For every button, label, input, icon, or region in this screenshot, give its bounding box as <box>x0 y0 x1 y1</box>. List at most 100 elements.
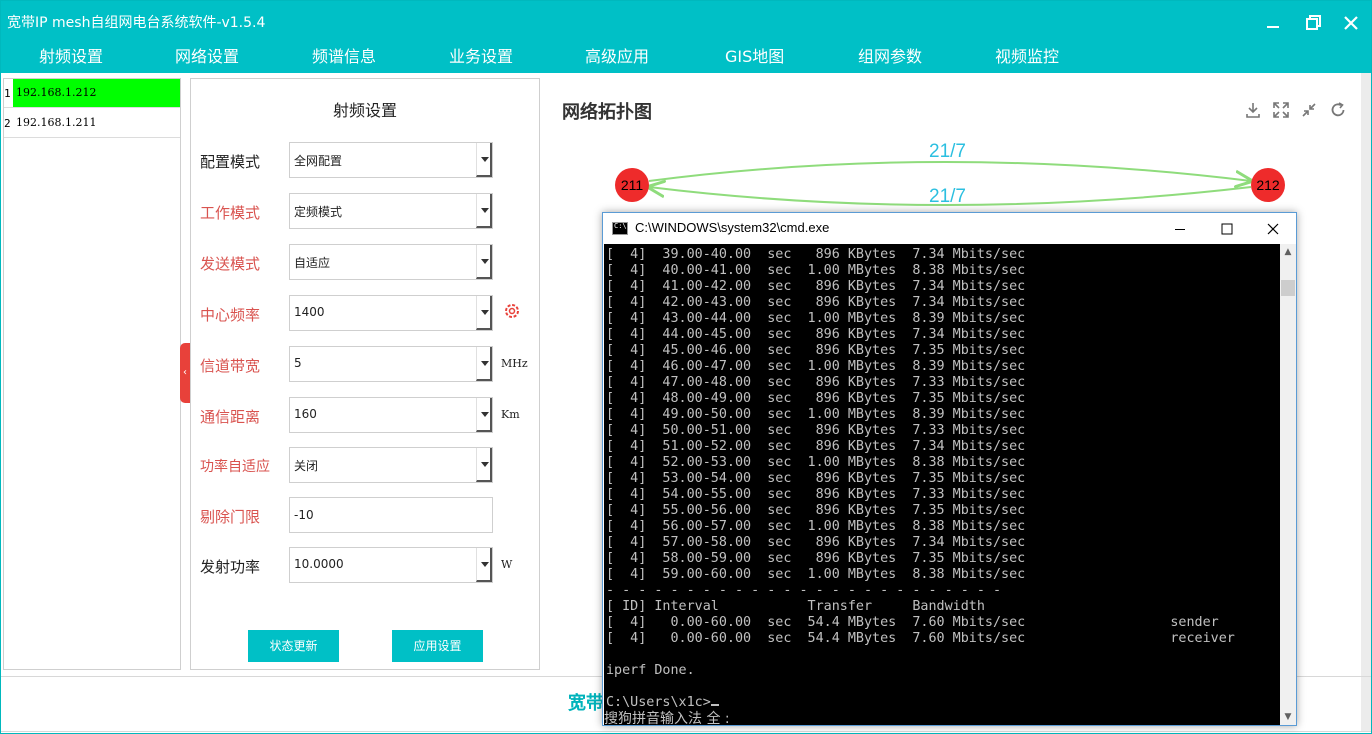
close-icon[interactable] <box>1339 11 1363 35</box>
comm-distance-select[interactable]: 160 <box>289 397 493 433</box>
power-adaptive-select[interactable]: 关闭 <box>289 447 493 483</box>
panel-title: 射频设置 <box>332 101 397 120</box>
unit-label: MHz <box>501 357 528 370</box>
console-line: [ 4] 51.00-52.00 sec 896 KBytes 7.34 Mbi… <box>606 439 1026 454</box>
gear-icon[interactable] <box>502 301 522 321</box>
console-lines: [ 4] 39.00-40.00 sec 896 KBytes 7.34 Mbi… <box>606 247 1235 711</box>
console-line: iperf Done. <box>606 663 695 678</box>
cmd-scrollbar[interactable]: ▲ ▼ <box>1280 244 1296 725</box>
field-label: 中心频率 <box>200 306 261 324</box>
nav-rf-settings[interactable]: 射频设置 <box>39 43 103 67</box>
nav-spectrum-info[interactable]: 频谱信息 <box>312 43 376 67</box>
console-line: [ 4] 0.00-60.00 sec 54.4 MBytes 7.60 Mbi… <box>606 631 1235 646</box>
tx-power-select[interactable]: 10.0000 <box>289 547 493 583</box>
send-mode-select[interactable]: 自适应 <box>289 244 493 280</box>
field-label: 信道带宽 <box>200 357 261 375</box>
cmd-window: C:\WINDOWS\system32\cmd.exe [ 4] 39.00-4… <box>602 212 1297 726</box>
console-output[interactable]: [ 4] 39.00-40.00 sec 896 KBytes 7.34 Mbi… <box>604 244 1280 725</box>
cmd-title-bar[interactable]: C:\WINDOWS\system32\cmd.exe <box>603 213 1296 244</box>
scroll-down-icon[interactable]: ▼ <box>1280 709 1296 725</box>
console-line: [ 4] 46.00-47.00 sec 1.00 MBytes 8.39 Mb… <box>606 359 1026 374</box>
nav-video-monitor[interactable]: 视频监控 <box>995 43 1059 67</box>
console-line: [ 4] 44.00-45.00 sec 896 KBytes 7.34 Mbi… <box>606 327 1026 342</box>
text-cursor <box>710 704 719 706</box>
scroll-thumb[interactable] <box>1281 280 1295 296</box>
cmd-title: C:\WINDOWS\system32\cmd.exe <box>635 220 830 235</box>
topology-title: 网络拓扑图 <box>562 102 652 123</box>
fullscreen-icon[interactable] <box>1272 101 1290 119</box>
console-line: [ 4] 54.00-55.00 sec 896 KBytes 7.33 Mbi… <box>606 487 1026 502</box>
reject-threshold-input[interactable]: -10 <box>289 497 493 533</box>
field-label: 通信距离 <box>200 408 261 426</box>
cmd-close-icon[interactable] <box>1253 217 1293 241</box>
console-line: [ 4] 48.00-49.00 sec 896 KBytes 7.35 Mbi… <box>606 391 1026 406</box>
title-bar: 宽带IP mesh自组网电台系统软件-v1.5.4 射频设置 网络设置 频谱信息… <box>1 1 1371 73</box>
chevron-down-icon <box>476 347 492 381</box>
footer-brand: 宽带 <box>568 693 604 714</box>
main-nav: 射频设置 网络设置 频谱信息 业务设置 高级应用 GIS地图 组网参数 视频监控 <box>1 39 1371 69</box>
ime-indicator: 搜狗拼音输入法 全 : <box>604 708 730 725</box>
device-row[interactable]: 1 192.168.1.212 <box>4 79 180 108</box>
console-line: [ 4] 47.00-48.00 sec 896 KBytes 7.33 Mbi… <box>606 375 1026 390</box>
collapse-panel-handle[interactable]: ‹ <box>180 343 190 403</box>
cmd-maximize-icon[interactable] <box>1207 217 1247 241</box>
link-211-to-212 <box>648 161 1251 181</box>
field-send-mode: 发送模式 自适应 <box>191 244 539 280</box>
device-ip: 192.168.1.211 <box>16 116 97 129</box>
console-line: [ 4] 55.00-56.00 sec 896 KBytes 7.35 Mbi… <box>606 503 1026 518</box>
field-work-mode: 工作模式 定频模式 <box>191 193 539 229</box>
nav-service-settings[interactable]: 业务设置 <box>449 43 513 67</box>
console-line: [ 4] 41.00-42.00 sec 896 KBytes 7.34 Mbi… <box>606 279 1026 294</box>
chevron-down-icon <box>476 245 492 279</box>
chevron-down-icon <box>476 296 492 330</box>
page-scrollbar[interactable] <box>1361 73 1371 731</box>
center-frequency-select[interactable]: 1400 <box>289 295 493 331</box>
field-comm-distance: 通信距离 160 Km <box>191 397 539 433</box>
link-label: 21/7 <box>929 141 966 162</box>
refresh-status-button[interactable]: 状态更新 <box>248 630 339 662</box>
refresh-icon[interactable] <box>1329 101 1347 119</box>
device-index: 1 <box>4 87 11 100</box>
link-label: 21/7 <box>929 186 966 207</box>
nav-gis-map[interactable]: GIS地图 <box>725 43 784 67</box>
select-value: 自适应 <box>294 256 331 270</box>
device-row[interactable]: 2 192.168.1.211 <box>4 109 180 138</box>
download-icon[interactable] <box>1244 101 1262 119</box>
nav-advanced[interactable]: 高级应用 <box>585 43 649 67</box>
nav-mesh-params[interactable]: 组网参数 <box>858 43 922 67</box>
select-value: 5 <box>294 356 302 370</box>
field-tx-power: 发射功率 10.0000 W <box>191 547 539 583</box>
console-line: [ 4] 56.00-57.00 sec 1.00 MBytes 8.38 Mb… <box>606 519 1026 534</box>
console-line: [ 4] 53.00-54.00 sec 896 KBytes 7.35 Mbi… <box>606 471 1026 486</box>
scroll-up-icon[interactable]: ▲ <box>1280 244 1296 260</box>
chevron-down-icon <box>476 194 492 228</box>
unit-label: Km <box>501 408 520 421</box>
console-line: [ 4] 52.00-53.00 sec 1.00 MBytes 8.38 Mb… <box>606 455 1026 470</box>
node-label: 211 <box>621 177 644 193</box>
console-line: [ 4] 50.00-51.00 sec 896 KBytes 7.33 Mbi… <box>606 423 1026 438</box>
cmd-minimize-icon[interactable] <box>1160 217 1200 241</box>
shrink-icon[interactable] <box>1300 101 1318 119</box>
config-mode-select[interactable]: 全网配置 <box>289 142 493 178</box>
field-channel-bandwidth: 信道带宽 5 MHz <box>191 346 539 382</box>
unit-label: W <box>501 558 513 571</box>
node-label: 212 <box>1256 177 1280 193</box>
apply-settings-button[interactable]: 应用设置 <box>392 630 483 662</box>
console-line: [ 4] 49.00-50.00 sec 1.00 MBytes 8.39 Mb… <box>606 407 1026 422</box>
ime-text: 搜狗拼音输入法 全 : <box>604 711 730 725</box>
minimize-icon[interactable] <box>1261 11 1285 35</box>
restore-icon[interactable] <box>1301 11 1325 35</box>
console-line: [ 4] 0.00-60.00 sec 54.4 MBytes 7.60 Mbi… <box>606 615 1219 630</box>
work-mode-select[interactable]: 定频模式 <box>289 193 493 229</box>
field-label: 工作模式 <box>200 204 261 222</box>
select-value: 全网配置 <box>294 154 343 168</box>
app-title: 宽带IP mesh自组网电台系统软件-v1.5.4 <box>7 15 266 31</box>
field-label: 剔除门限 <box>200 508 261 526</box>
field-label: 发送模式 <box>200 255 261 273</box>
nav-network-settings[interactable]: 网络设置 <box>175 43 239 67</box>
select-value: 定频模式 <box>294 205 343 219</box>
channel-bandwidth-select[interactable]: 5 <box>289 346 493 382</box>
select-value: 10.0000 <box>294 557 344 571</box>
